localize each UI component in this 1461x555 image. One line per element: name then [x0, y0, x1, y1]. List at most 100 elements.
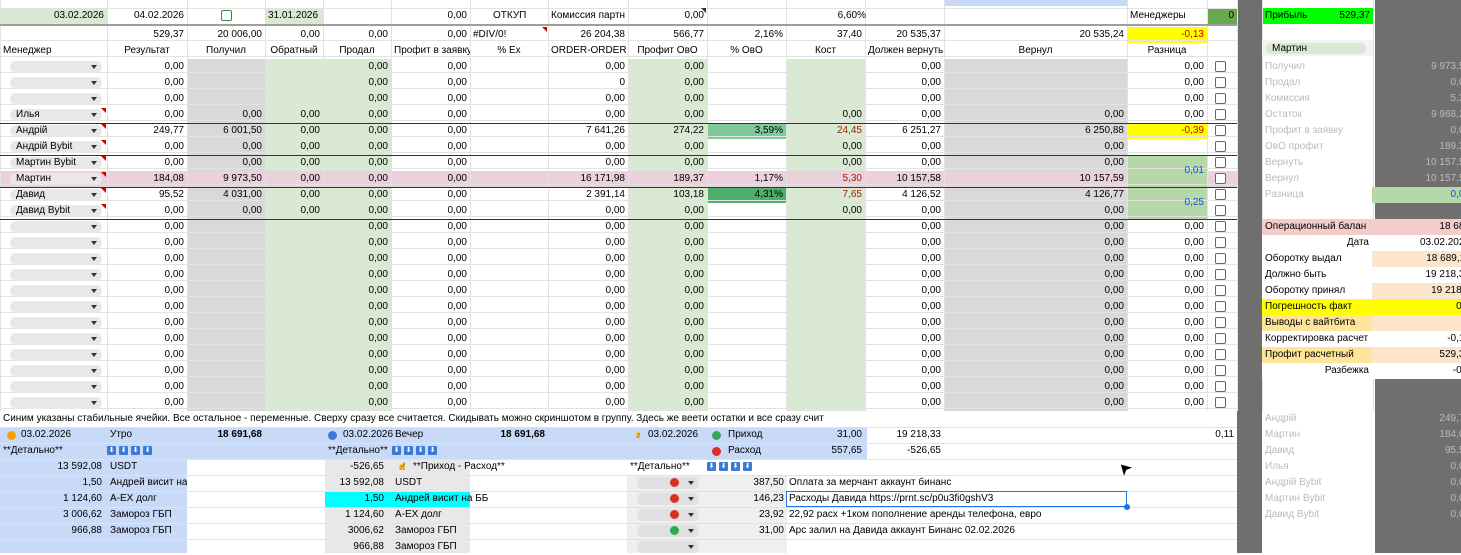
- cell-value[interactable]: 1,50: [325, 491, 387, 507]
- cell-value[interactable]: 0,00: [107, 139, 187, 155]
- cell-value[interactable]: 0,00: [1372, 75, 1461, 91]
- cell-value[interactable]: 0,00: [265, 123, 323, 139]
- manager-dropdown[interactable]: [10, 317, 102, 329]
- cell-value[interactable]: 0,00: [548, 219, 628, 235]
- cell-value[interactable]: 0: [548, 75, 628, 91]
- row-checkbox[interactable]: [1215, 125, 1226, 136]
- row-checkbox[interactable]: [1215, 221, 1226, 232]
- cell-value[interactable]: 0,00: [865, 219, 944, 235]
- manager-dropdown[interactable]: Андрій: [10, 125, 102, 137]
- down-arrow-icon[interactable]: ⬇: [131, 446, 140, 455]
- cell-value[interactable]: 1 124,60: [325, 507, 387, 523]
- cell-value[interactable]: 0,00: [187, 139, 265, 155]
- cell-value[interactable]: 0,00: [107, 267, 187, 283]
- cell-value[interactable]: Продал: [1262, 75, 1352, 91]
- cell-value[interactable]: Разбежка: [1262, 363, 1372, 379]
- expense-dropdown[interactable]: [637, 509, 699, 521]
- down-arrow-icon[interactable]: ⬇: [416, 446, 425, 455]
- cell-value[interactable]: 7 641,26: [548, 123, 628, 139]
- cell-value[interactable]: 0,00: [548, 315, 628, 331]
- manager-dropdown[interactable]: Мартин: [10, 173, 102, 185]
- cell-value[interactable]: 0,00: [391, 59, 470, 75]
- cell-value[interactable]: 0,00: [391, 315, 470, 331]
- down-arrow-icon[interactable]: ⬇: [428, 446, 437, 455]
- cell-value[interactable]: 0,00: [265, 155, 323, 171]
- cell-value[interactable]: 0,00: [628, 299, 707, 315]
- row-checkbox[interactable]: [1215, 189, 1226, 200]
- cell-value[interactable]: A-EX долг: [392, 507, 490, 523]
- column-header[interactable]: Получил: [187, 43, 265, 59]
- cell-value[interactable]: 0,00: [391, 123, 470, 139]
- cell-value[interactable]: 5,30: [1372, 91, 1461, 107]
- selected-cell[interactable]: [786, 491, 1127, 507]
- note-text[interactable]: Синим указаны стабильные ячейки. Все ост…: [0, 411, 870, 427]
- cell-value[interactable]: 03.02.2026: [645, 427, 705, 443]
- cell-value[interactable]: 529,37: [1322, 8, 1373, 24]
- cell-value[interactable]: 184,08: [1372, 427, 1461, 443]
- cell-value[interactable]: 20 535,37: [865, 27, 944, 43]
- cell-value[interactable]: 0,00: [107, 379, 187, 395]
- row-checkbox[interactable]: [1215, 173, 1226, 184]
- row-checkbox[interactable]: [1215, 301, 1226, 312]
- cell-value[interactable]: 20 006,00: [187, 27, 265, 43]
- cell-value[interactable]: 0,00: [786, 203, 865, 219]
- cell-value[interactable]: 966,88: [0, 523, 105, 539]
- expense-dropdown[interactable]: [637, 477, 699, 489]
- cell-value[interactable]: 0,00: [323, 251, 391, 267]
- cell-value[interactable]: 13 592,08: [325, 475, 387, 491]
- cell-value[interactable]: 0,00: [628, 107, 707, 123]
- cell-value[interactable]: 0,00: [107, 299, 187, 315]
- cell-value[interactable]: 0,00: [391, 8, 470, 24]
- cell-value[interactable]: 0: [1372, 315, 1461, 331]
- cell-value[interactable]: 0,00: [944, 235, 1127, 251]
- cell-value[interactable]: -0,13: [1372, 331, 1461, 347]
- row-checkbox[interactable]: [1215, 237, 1226, 248]
- cell-value[interactable]: 0,00: [944, 379, 1127, 395]
- cell-value[interactable]: 0,00: [323, 155, 391, 171]
- cell-value[interactable]: 0,00: [628, 283, 707, 299]
- cell-value[interactable]: 19 218,35: [1372, 267, 1461, 283]
- cell-value[interactable]: 0,01: [1127, 163, 1207, 179]
- cell-value[interactable]: 0,00: [628, 267, 707, 283]
- cell-value[interactable]: 0,00: [391, 91, 470, 107]
- cell-value[interactable]: 0,00: [265, 27, 323, 43]
- cell-value[interactable]: 24,45: [786, 123, 865, 139]
- cell-value[interactable]: 0,00: [548, 59, 628, 75]
- cell-value[interactable]: 95,52: [1372, 443, 1461, 459]
- cell-value[interactable]: 0,00: [865, 299, 944, 315]
- cell-value[interactable]: 0,00: [786, 139, 865, 155]
- cell-value[interactable]: 0,00: [265, 187, 323, 203]
- cell-value[interactable]: Профит расчетный: [1262, 347, 1372, 363]
- down-arrow-icon[interactable]: ⬇: [143, 446, 152, 455]
- cell-value[interactable]: ОТКУП: [490, 8, 550, 24]
- pencil-icon[interactable]: ✍: [632, 427, 640, 443]
- cell-value[interactable]: Комиссия партн: [548, 8, 628, 24]
- cell-value[interactable]: 0,00: [548, 395, 628, 411]
- cell-value[interactable]: 4 126,77: [944, 187, 1127, 203]
- manager-dropdown[interactable]: [10, 365, 102, 377]
- cell-value[interactable]: 0,00: [628, 139, 707, 155]
- row-checkbox[interactable]: [1215, 381, 1226, 392]
- cell-value[interactable]: 0,00: [1127, 107, 1207, 123]
- manager-dropdown[interactable]: [10, 77, 102, 89]
- manager-dropdown[interactable]: [10, 93, 102, 105]
- cell-value[interactable]: 0,00: [1127, 315, 1207, 331]
- cell-value[interactable]: 0,0: [1372, 299, 1461, 315]
- cell-value[interactable]: 0,00: [548, 91, 628, 107]
- cell-value[interactable]: -0,13: [1127, 27, 1207, 43]
- cell-value[interactable]: Комиссия: [1262, 91, 1352, 107]
- cell-value[interactable]: 18 689,11: [1372, 251, 1461, 267]
- cell-value[interactable]: 0,00: [1372, 459, 1461, 475]
- cell-value[interactable]: 0,00: [628, 8, 707, 24]
- cell-value[interactable]: **Приход - Расход**: [410, 459, 550, 475]
- down-arrow-icon[interactable]: ⬇: [719, 462, 728, 471]
- cell-value[interactable]: 0,00: [323, 283, 391, 299]
- cell-value[interactable]: 0,00: [107, 347, 187, 363]
- cell-value[interactable]: 0,00: [323, 379, 391, 395]
- cell-value[interactable]: 0,00: [323, 91, 391, 107]
- column-header[interactable]: Разница: [1127, 43, 1207, 59]
- row-checkbox[interactable]: [1215, 253, 1226, 264]
- cell-value[interactable]: Дата: [1262, 235, 1372, 251]
- cell-value[interactable]: 03.02.2026: [340, 427, 395, 443]
- cell-value[interactable]: 184,08: [107, 171, 187, 187]
